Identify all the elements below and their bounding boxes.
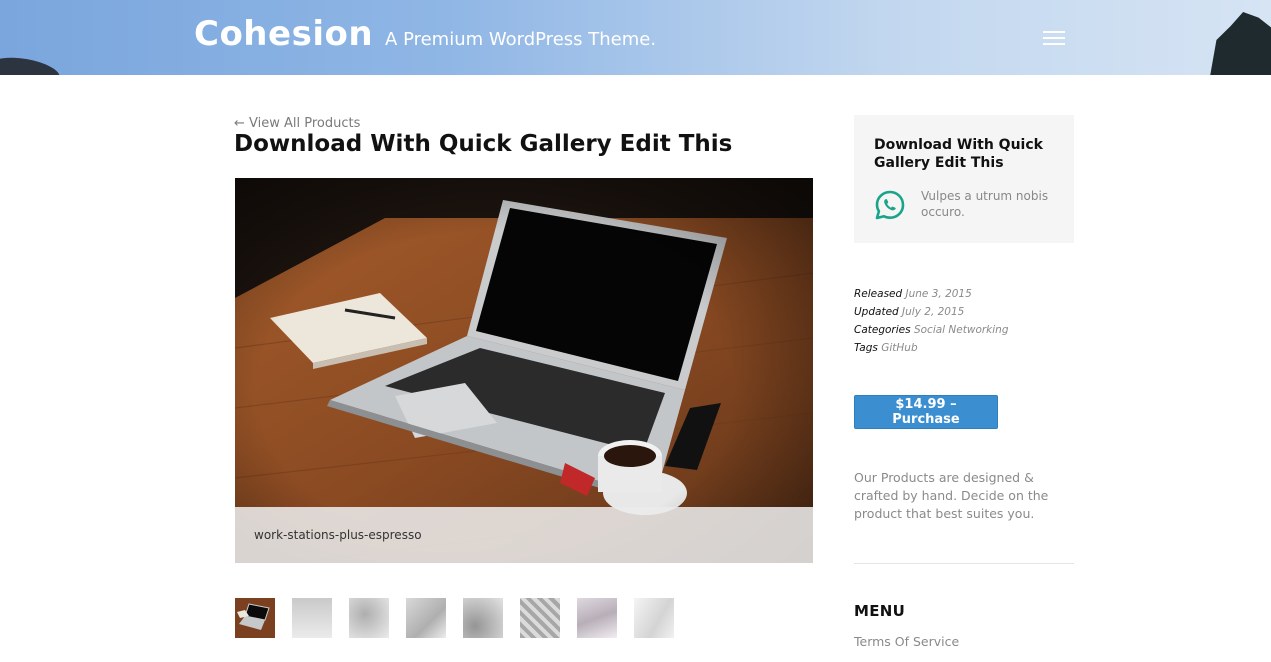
site-tagline: A Premium WordPress Theme. <box>385 29 657 50</box>
menu-item-terms-of-service[interactable]: Terms Of Service <box>854 634 959 649</box>
gallery-thumbnail[interactable] <box>406 598 446 638</box>
meta-value: July 2, 2015 <box>902 306 965 318</box>
products-about-text: Our Products are designed & crafted by h… <box>854 470 1049 521</box>
hamburger-menu-icon[interactable] <box>1043 31 1065 45</box>
meta-value: June 3, 2015 <box>905 288 972 300</box>
meta-tags: Tags GitHub <box>854 339 1009 357</box>
gallery-thumbnail[interactable] <box>349 598 389 638</box>
header-hill-decoration <box>0 53 62 75</box>
gallery-caption-bar: work-stations-plus-espresso <box>235 507 813 563</box>
promo-text: Vulpes a utrum nobis occuro. <box>921 189 1049 219</box>
gallery-main-image[interactable]: work-stations-plus-espresso <box>235 178 813 563</box>
whatsapp-icon <box>875 190 905 220</box>
product-promo-box: Download With Quick Gallery Edit This Vu… <box>854 115 1074 243</box>
product-meta: Released June 3, 2015 Updated July 2, 20… <box>854 285 1009 357</box>
view-all-products-link[interactable]: ← View All Products <box>234 116 360 131</box>
gallery-thumbnail[interactable] <box>235 598 275 638</box>
meta-label: Tags <box>854 342 878 354</box>
site-title[interactable]: Cohesion <box>194 14 373 54</box>
laptop-espresso-photo <box>235 178 813 563</box>
product-title: Download With Quick Gallery Edit This <box>234 131 733 157</box>
gallery-thumbnail[interactable] <box>520 598 560 638</box>
tag-link[interactable]: GitHub <box>881 342 917 354</box>
gallery-thumbnail[interactable] <box>634 598 674 638</box>
menu-heading: MENU <box>854 602 906 620</box>
gallery-thumbnail[interactable] <box>577 598 617 638</box>
header-rock-decoration <box>1209 12 1271 75</box>
gallery-thumbnail[interactable] <box>463 598 503 638</box>
meta-released: Released June 3, 2015 <box>854 285 1009 303</box>
gallery-thumbnail[interactable] <box>292 598 332 638</box>
site-header: Cohesion A Premium WordPress Theme. <box>0 0 1271 75</box>
meta-label: Categories <box>854 324 911 336</box>
meta-label: Updated <box>854 306 899 318</box>
gallery-caption: work-stations-plus-espresso <box>254 528 422 542</box>
sidebar-divider <box>854 563 1074 564</box>
meta-updated: Updated July 2, 2015 <box>854 303 1009 321</box>
meta-categories: Categories Social Networking <box>854 321 1009 339</box>
category-link[interactable]: Social Networking <box>914 324 1009 336</box>
meta-label: Released <box>854 288 903 300</box>
promo-title: Download With Quick Gallery Edit This <box>874 137 1043 171</box>
gallery-thumbnails <box>235 598 674 638</box>
site-branding: Cohesion A Premium WordPress Theme. <box>194 14 656 54</box>
purchase-button[interactable]: $14.99 – Purchase <box>854 395 998 429</box>
